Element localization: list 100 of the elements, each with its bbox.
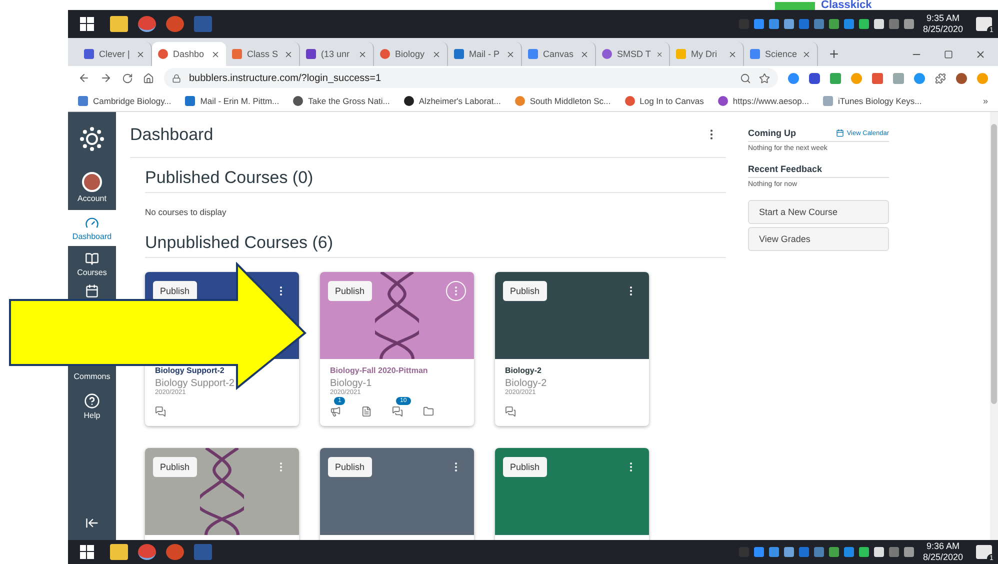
extension-icon[interactable] (914, 72, 925, 84)
sidebar-button[interactable]: Start a New Course (748, 200, 889, 224)
close-icon[interactable] (802, 50, 811, 58)
tray-icon[interactable] (858, 19, 869, 29)
tray-icon[interactable] (858, 547, 869, 557)
search-icon[interactable] (740, 72, 751, 84)
close-icon[interactable] (358, 50, 367, 58)
chat-icon (505, 406, 516, 417)
sidebar-heading: Recent Feedback (748, 164, 822, 174)
favicon (454, 49, 464, 59)
clock[interactable]: 9:36 AM 8/25/2020 (922, 541, 963, 563)
extension-icon[interactable] (788, 72, 799, 84)
star-icon[interactable] (759, 72, 770, 84)
tray-icon[interactable] (828, 19, 839, 29)
extension-icon[interactable] (872, 72, 883, 84)
puzzle-icon[interactable] (935, 72, 946, 84)
course-action[interactable] (361, 406, 372, 417)
close-icon[interactable] (728, 50, 737, 58)
collapse-icon[interactable] (85, 516, 99, 530)
favicon (293, 96, 304, 106)
course-action[interactable] (423, 406, 434, 417)
close-icon[interactable] (136, 50, 145, 58)
reload-icon[interactable] (122, 72, 133, 84)
page-title: Dashboard (130, 124, 214, 144)
forward-icon[interactable] (100, 72, 112, 84)
nav-item[interactable]: Help (68, 386, 116, 426)
favicon (380, 49, 390, 59)
close-icon[interactable] (284, 50, 293, 58)
sidebar-button[interactable]: View Grades (748, 227, 889, 251)
app-title: Classkick (821, 0, 872, 10)
tray-icon[interactable] (768, 547, 779, 557)
publish-button[interactable]: Publish (153, 457, 197, 477)
publish-button[interactable]: Publish (153, 281, 197, 301)
bookmark-link[interactable]: iTunes Biology Keys... (822, 96, 922, 106)
close-icon[interactable] (580, 50, 589, 58)
favicon (232, 49, 242, 59)
bookmark-link[interactable]: Alzheimer's Laborat... (404, 96, 501, 106)
chat-icon (155, 406, 166, 417)
section-heading: Published Courses (0) (145, 168, 726, 193)
bookmark-link[interactable]: https://www.aesop... (718, 96, 809, 106)
course-title[interactable]: Biology-Fall 2020-Pittman (330, 366, 464, 375)
close-icon[interactable] (211, 50, 220, 58)
tray-icon[interactable] (784, 19, 794, 29)
bookmark-link[interactable]: South Middleton Sc... (514, 96, 611, 106)
publish-button[interactable]: Publish (328, 457, 372, 477)
publish-button[interactable]: Publish (503, 457, 547, 477)
nav-item[interactable]: Courses (68, 246, 116, 282)
clock[interactable]: 9:35 AM 8/25/2020 (922, 13, 963, 35)
course-title[interactable]: Biology Support-2 (155, 366, 289, 375)
favicon (528, 49, 538, 59)
course-action[interactable] (155, 406, 166, 417)
help-icon (84, 392, 100, 408)
bookmark-link[interactable]: Cambridge Biology... (78, 96, 172, 106)
course-title[interactable]: Biology-2 (505, 366, 639, 375)
extension-icon[interactable] (809, 72, 820, 84)
address-field[interactable]: bubblers.instructure.com/?login_success=1 (164, 68, 778, 88)
avatar-circle (82, 172, 102, 192)
bookmark-link[interactable]: Mail - Erin M. Pittm... (185, 96, 280, 106)
bookmark-link[interactable]: Take the Gross Nati... (293, 96, 390, 106)
tray-icon[interactable] (754, 547, 764, 557)
windows-start-icon[interactable] (80, 545, 94, 559)
document-icon (361, 406, 372, 417)
tray-icon[interactable] (904, 19, 914, 29)
browser-tab[interactable]: Dashbo (152, 42, 226, 66)
new-tab-icon[interactable] (828, 48, 840, 60)
close-icon[interactable] (656, 50, 663, 58)
tray-icon[interactable] (768, 19, 779, 29)
publish-button[interactable]: Publish (503, 281, 547, 301)
favicon (602, 49, 612, 59)
nav-item[interactable]: Commons (68, 366, 116, 386)
tray-icon[interactable] (904, 547, 914, 557)
publish-button[interactable]: Publish (328, 281, 372, 301)
favicon (185, 96, 196, 106)
home-icon[interactable] (143, 72, 154, 84)
tray-icon[interactable] (784, 547, 794, 557)
nav-item[interactable]: Account (68, 164, 116, 210)
nav-item[interactable]: Dashboard (68, 210, 116, 246)
tray-icon[interactable] (874, 547, 884, 557)
favicon (404, 96, 414, 106)
favicon (78, 96, 88, 106)
tray-icon[interactable] (754, 19, 764, 29)
profile-avatar[interactable] (956, 72, 967, 84)
tray-icon[interactable] (828, 547, 839, 557)
course-action[interactable] (505, 406, 516, 417)
back-icon[interactable] (78, 72, 90, 84)
empty-message: No courses to display (145, 207, 228, 217)
close-icon[interactable] (975, 48, 986, 60)
tray-icon[interactable] (874, 19, 884, 29)
book-icon (85, 252, 99, 266)
gauge-icon (85, 216, 99, 230)
more-bookmarks[interactable]: » (982, 96, 988, 106)
close-icon[interactable] (432, 50, 441, 58)
bookmark-link[interactable]: Log In to Canvas (624, 96, 704, 106)
close-icon[interactable] (506, 50, 515, 58)
restore-icon[interactable] (944, 50, 953, 58)
favicon (750, 49, 760, 59)
section-heading: Unpublished Courses (6) (145, 233, 726, 258)
extension-icon[interactable] (830, 72, 841, 84)
calendar-icon (85, 284, 99, 298)
windows-start-icon[interactable] (80, 17, 94, 31)
